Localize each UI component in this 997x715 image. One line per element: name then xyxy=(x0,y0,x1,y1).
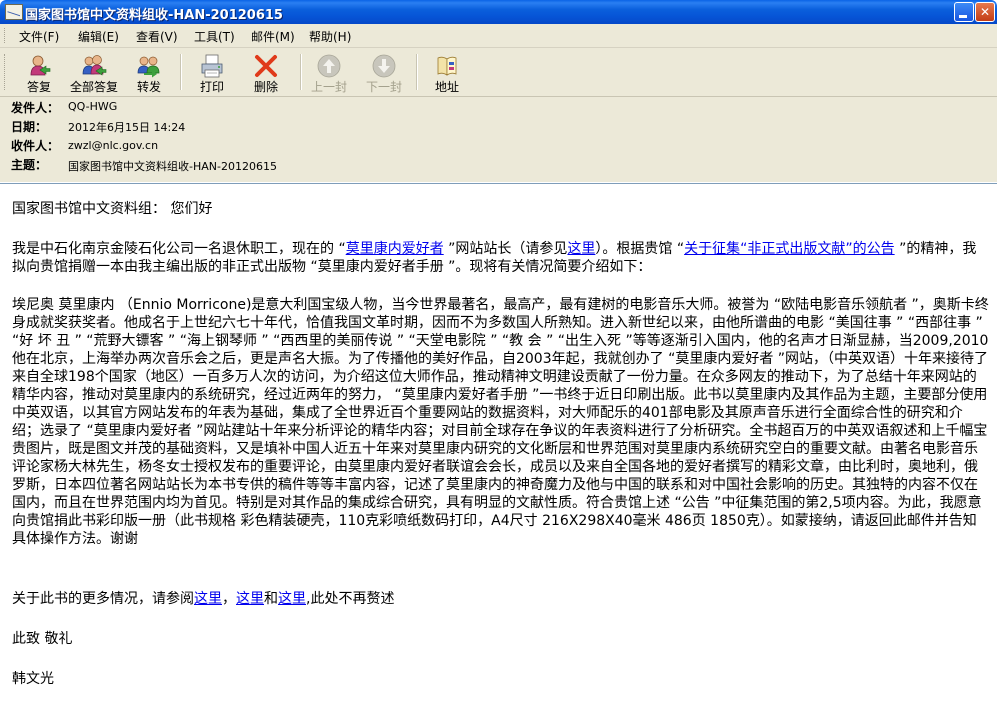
printer-icon xyxy=(201,54,223,78)
address-book-icon xyxy=(437,56,457,76)
close-button[interactable]: ✕ xyxy=(975,2,995,22)
signature: 韩文光 xyxy=(12,671,54,687)
date-value: 2012年6月15日 14:24 xyxy=(68,121,186,134)
minimize-icon xyxy=(959,15,967,18)
more-info-text-2: ， xyxy=(222,591,236,607)
mail-message-icon xyxy=(5,4,23,20)
menu-edit[interactable]: 编辑(E) xyxy=(78,28,119,45)
more-info-link-2[interactable]: 这里 xyxy=(236,591,264,607)
minimize-button[interactable] xyxy=(954,2,974,22)
site-link[interactable]: 莫里康内爱好者 xyxy=(346,241,444,257)
to-label: 收件人： xyxy=(11,139,60,153)
menu-view[interactable]: 查看(V) xyxy=(136,28,178,45)
delete-x-icon xyxy=(255,55,277,77)
next-message-button[interactable]: 下一封 xyxy=(362,50,406,94)
date-label: 日期： xyxy=(11,120,48,134)
menu-bar: 文件(F) 编辑(E) 查看(V) 工具(T) 邮件(M) 帮助(H) xyxy=(0,24,997,48)
window-title: 国家图书馆中文资料组收-HAN-20120615 xyxy=(25,8,283,23)
addresses-button[interactable]: 地址 xyxy=(427,50,467,94)
next-message-label: 下一封 xyxy=(365,80,402,94)
menu-help[interactable]: 帮助(H) xyxy=(309,28,351,45)
toolbar: 答复 全部答复 转发 打印 删除 上一封 下一封 地址 xyxy=(0,48,997,97)
addresses-label: 地址 xyxy=(434,80,459,94)
menu-grip xyxy=(4,28,8,43)
more-info-text-3: 和 xyxy=(264,591,278,607)
here-link[interactable]: 这里 xyxy=(567,241,595,257)
previous-message-button[interactable]: 上一封 xyxy=(308,50,350,94)
more-info-link-3[interactable]: 这里 xyxy=(278,591,306,607)
toolbar-separator xyxy=(416,54,418,90)
forward-button[interactable]: 转发 xyxy=(128,50,170,94)
subject-label: 主题： xyxy=(11,158,48,172)
message-header: 发件人： QQ-HWG 日期： 2012年6月15日 14:24 收件人： zw… xyxy=(0,97,997,182)
intro-text-2: ”网站站长（请参见 xyxy=(443,241,568,257)
forward-label: 转发 xyxy=(136,80,161,94)
more-info-link-1[interactable]: 这里 xyxy=(194,591,222,607)
from-label: 发件人： xyxy=(11,101,60,115)
closing: 此致 敬礼 xyxy=(12,631,73,647)
delete-button[interactable]: 删除 xyxy=(246,50,286,94)
toolbar-grip xyxy=(4,54,8,90)
menu-tools[interactable]: 工具(T) xyxy=(194,28,235,45)
to-value[interactable]: zwzl@nlc.gov.cn xyxy=(68,139,158,152)
more-info-paragraph: 关于此书的更多情况，请参阅这里，这里和这里,此处不再赘述 xyxy=(12,590,990,608)
subject-value: 国家图书馆中文资料组收-HAN-20120615 xyxy=(68,160,277,173)
intro-text-3: ）。根据贵馆 “ xyxy=(595,241,685,257)
reply-button[interactable]: 答复 xyxy=(16,50,62,94)
notice-link[interactable]: 关于征集“非正式出版文献”的公告 xyxy=(684,241,895,257)
more-info-text-4: ,此处不再赘述 xyxy=(306,591,395,607)
more-info-text-1: 关于此书的更多情况，请参阅 xyxy=(12,591,194,607)
window-title-bar[interactable]: 国家图书馆中文资料组收-HAN-20120615 ✕ xyxy=(0,0,997,24)
down-arrow-icon xyxy=(372,54,396,78)
previous-message-label: 上一封 xyxy=(310,80,347,94)
from-value[interactable]: QQ-HWG xyxy=(68,100,117,113)
forward-icon xyxy=(137,56,160,78)
greeting: 国家图书馆中文资料组： 您们好 xyxy=(12,201,213,217)
toolbar-separator xyxy=(180,54,182,90)
reply-all-label: 全部答复 xyxy=(69,80,118,94)
intro-text-1: 我是中石化南京金陵石化公司一名退休职工，现在的 “ xyxy=(12,241,346,257)
message-body[interactable]: 国家图书馆中文资料组： 您们好 我是中石化南京金陵石化公司一名退休职工，现在的 … xyxy=(0,183,997,715)
intro-paragraph: 我是中石化南京金陵石化公司一名退休职工，现在的 “莫里康内爱好者 ”网站站长（请… xyxy=(12,240,990,276)
reply-icon xyxy=(30,55,51,76)
menu-file[interactable]: 文件(F) xyxy=(19,28,59,45)
reply-all-button[interactable]: 全部答复 xyxy=(66,50,122,94)
main-paragraph: 埃尼奥 莫里康内 （Ennio Morricone)是意大利国宝级人物，当今世界… xyxy=(12,297,989,547)
print-button[interactable]: 打印 xyxy=(192,50,232,94)
reply-all-icon xyxy=(82,55,107,76)
delete-label: 删除 xyxy=(253,80,278,94)
menu-message[interactable]: 邮件(M) xyxy=(251,28,295,45)
toolbar-separator xyxy=(300,54,302,90)
print-label: 打印 xyxy=(199,80,224,94)
up-arrow-icon xyxy=(317,54,341,78)
reply-label: 答复 xyxy=(26,80,51,94)
